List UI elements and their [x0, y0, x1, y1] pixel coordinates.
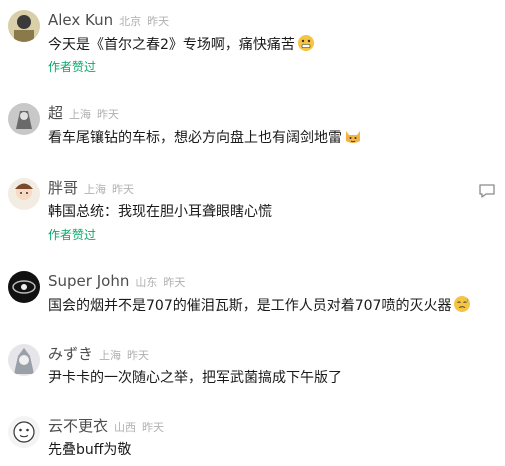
comment-item: 胖哥 上海 昨天 韩国总统：我现在胆小耳聋眼瞎心慌 作者赞过	[0, 178, 505, 242]
location: 上海	[84, 183, 107, 196]
timestamp: 昨天	[112, 183, 135, 196]
avatar[interactable]	[8, 178, 40, 210]
comment-text-content: 看车尾镶钻的车标，想必方向盘上也有阔剑地雷	[48, 130, 342, 146]
comment-meta: 超上海 昨天	[48, 103, 119, 123]
comment-meta: 云不更衣 山西 昨天	[48, 416, 164, 436]
timestamp: 昨天	[163, 276, 186, 289]
comment-item: 超上海 昨天 看车尾镶钻的车标，想必方向盘上也有阔剑地雷	[0, 103, 505, 151]
cat-emoji-icon	[344, 127, 362, 145]
comment-text: 看车尾镶钻的车标，想必方向盘上也有阔剑地雷	[48, 127, 362, 147]
location: 北京	[119, 15, 142, 28]
comment-text-content: 尹卡卡的一次随心之举，把军武菌搞成下午版了	[48, 370, 342, 386]
timestamp: 昨天	[147, 15, 170, 28]
comment-meta: Super John 山东 昨天	[48, 271, 185, 291]
author-liked-badge: 作者赞过	[48, 60, 97, 74]
comment-item: Super John 山东 昨天 国会的烟并不是707的催泪瓦斯，是工作人员对着70…	[0, 271, 505, 319]
author-name[interactable]: Super John	[48, 272, 129, 290]
comment-text: 国会的烟并不是707的催泪瓦斯，是工作人员对着707喷的灭火器	[48, 295, 471, 315]
timestamp: 昨天	[127, 349, 150, 362]
timestamp: 昨天	[97, 108, 120, 121]
author-name[interactable]: 云不更衣	[48, 417, 108, 435]
comment-meta: みずき 上海 昨天	[48, 344, 149, 364]
avatar[interactable]	[8, 344, 40, 376]
comment-meta: 胖哥 上海 昨天	[48, 178, 134, 198]
avatar[interactable]	[8, 416, 40, 448]
author-name[interactable]: 胖哥	[48, 179, 78, 197]
avatar[interactable]	[8, 271, 40, 303]
comment-item: 云不更衣 山西 昨天 先叠buff为敬	[0, 416, 505, 464]
comment-reply-icon[interactable]	[478, 183, 496, 199]
location: 山西	[114, 421, 137, 434]
avatar[interactable]	[8, 10, 40, 42]
author-name[interactable]: みずき	[48, 345, 93, 363]
avatar[interactable]	[8, 103, 40, 135]
comment-text-content: 今天是《首尔之春2》专场啊，痛快痛苦	[48, 37, 295, 53]
author-name[interactable]: 超	[48, 104, 63, 122]
comment-text: 尹卡卡的一次随心之举，把军武菌搞成下午版了	[48, 368, 342, 388]
grimace-emoji-icon	[297, 34, 315, 52]
comment-text: 先叠buff为敬	[48, 440, 131, 460]
comment-text: 韩国总统：我现在胆小耳聋眼瞎心慌	[48, 202, 272, 222]
comment-item: Alex Kun 北京 昨天 今天是《首尔之春2》专场啊，痛快痛苦 作者赞过	[0, 10, 505, 74]
timestamp: 昨天	[142, 421, 165, 434]
comment-text-content: 国会的烟并不是707的催泪瓦斯，是工作人员对着707喷的灭火器	[48, 298, 452, 314]
comment-text-content: 韩国总统：我现在胆小耳聋眼瞎心慌	[48, 204, 272, 220]
location: 上海	[69, 108, 92, 121]
location: 上海	[99, 349, 122, 362]
location: 山东	[135, 276, 158, 289]
author-name[interactable]: Alex Kun	[48, 11, 113, 29]
sweat-emoji-icon	[453, 295, 471, 313]
comment-item: みずき 上海 昨天 尹卡卡的一次随心之举，把军武菌搞成下午版了	[0, 344, 505, 392]
comment-meta: Alex Kun 北京 昨天	[48, 10, 169, 30]
author-liked-badge: 作者赞过	[48, 228, 97, 242]
comment-text-content: 先叠buff为敬	[48, 442, 132, 458]
comment-text: 今天是《首尔之春2》专场啊，痛快痛苦	[48, 34, 315, 54]
